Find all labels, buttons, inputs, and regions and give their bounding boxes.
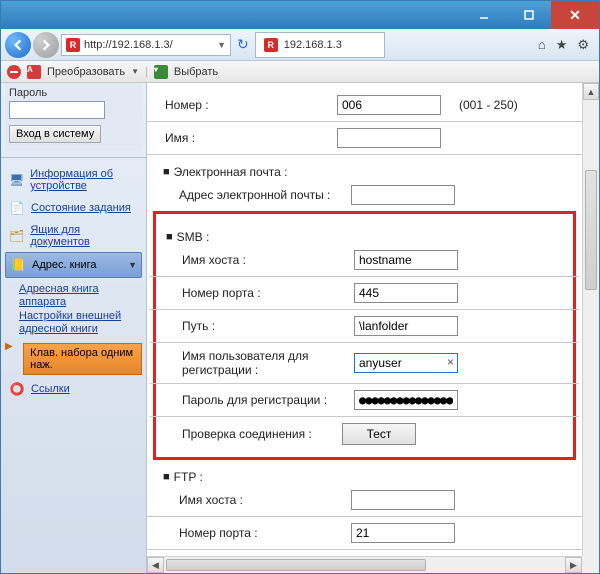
smb-path-label: Путь : [182, 319, 354, 333]
scroll-corner [582, 556, 599, 573]
name-input[interactable] [337, 128, 441, 148]
device-icon: 🖥 [9, 172, 24, 188]
sidebar-item-docbox[interactable]: 🗂 Ящик для документов [5, 220, 142, 252]
addressbook-icon: 📒 [10, 257, 26, 273]
browser-tab[interactable]: R 192.168.1.3 [255, 32, 385, 58]
number-hint: (001 - 250) [459, 98, 518, 112]
sidebar-item-addressbook[interactable]: 📒 Адрес. книга ▼ [5, 252, 142, 278]
scroll-left-button[interactable]: ◀ [147, 557, 164, 573]
smb-test-button[interactable]: Тест [342, 423, 416, 445]
smb-hostname-label: Имя хоста : [182, 253, 354, 267]
smb-hostname-input[interactable] [354, 250, 458, 270]
sublink-device-addressbook[interactable]: Адресная книга аппарата [19, 283, 142, 309]
ftp-port-input[interactable] [351, 523, 455, 543]
convert-dropdown-icon[interactable]: ▼ [131, 67, 139, 76]
sidebar-item-status[interactable]: 📄 Состояние задания [5, 196, 142, 220]
window-close-button[interactable]: ✕ [551, 1, 599, 29]
scroll-thumb-v[interactable] [585, 170, 597, 290]
favorites-icon[interactable]: ★ [556, 37, 568, 53]
sublink-external-addressbook[interactable]: Настройки внешней адресной книги [19, 310, 142, 336]
expand-icon[interactable]: ■ [163, 166, 170, 178]
pdf-select-icon[interactable]: ▾ [154, 65, 168, 79]
smb-user-input[interactable] [354, 353, 458, 373]
scroll-thumb-h[interactable] [166, 559, 426, 571]
login-button[interactable]: Вход в систему [9, 125, 101, 143]
scroll-up-button[interactable]: ▲ [583, 83, 599, 100]
collapse-icon[interactable]: ▼ [128, 260, 137, 270]
sidebar-item-label: Состояние задания [31, 202, 131, 214]
sidebar-item-label: Информация об устройстве [30, 168, 138, 192]
vertical-scrollbar[interactable]: ▲ ▼ [582, 83, 599, 573]
password-label: Пароль [9, 87, 138, 99]
stop-icon[interactable] [7, 65, 21, 79]
sidebar-item-label: Адрес. книга [32, 259, 97, 271]
ftp-hostname-label: Имя хоста : [179, 493, 351, 507]
sidebar-item-device[interactable]: 🖥 Информация об устройстве [5, 164, 142, 196]
main-area: Пароль Вход в систему 🖥 Информация об ус… [1, 83, 599, 573]
tools-icon[interactable]: ⚙ [577, 37, 589, 53]
smb-password-input[interactable] [354, 390, 458, 410]
window-titlebar: ✕ [1, 1, 599, 29]
site-favicon: R [66, 38, 80, 52]
content-pane: Номер : (001 - 250) Имя : ■ Электронная … [147, 83, 599, 573]
number-input[interactable] [337, 95, 441, 115]
nav-forward-button[interactable] [33, 32, 59, 58]
pdf-convert-icon[interactable]: A [27, 65, 41, 79]
browser-nav-bar: R http://192.168.1.3/ ▼ ↻ R 192.168.1.3 … [1, 29, 599, 61]
convert-label[interactable]: Преобразовать [47, 66, 125, 78]
smb-user-label: Имя пользователя для регистрации : [182, 349, 354, 377]
ftp-port-label: Номер порта : [179, 526, 351, 540]
smb-port-label: Номер порта : [182, 286, 354, 300]
smb-test-label: Проверка соединения : [182, 427, 342, 441]
docbox-icon: 🗂 [9, 228, 24, 244]
window-minimize-button[interactable] [461, 1, 506, 29]
email-label: Адрес электронной почты : [179, 188, 351, 202]
horizontal-scrollbar[interactable]: ◀ ▶ [147, 556, 582, 573]
address-url: http://192.168.1.3/ [84, 39, 173, 51]
window-maximize-button[interactable] [506, 1, 551, 29]
sublink-onetouch-current[interactable]: Клав. набора одним наж. [23, 343, 142, 375]
scroll-right-button[interactable]: ▶ [565, 557, 582, 573]
current-marker-icon: ▶ [5, 341, 13, 352]
number-label: Номер : [165, 98, 337, 112]
home-icon[interactable]: ⌂ [538, 37, 546, 53]
ftp-section-header: ■ FTP : [163, 470, 570, 484]
sidebar-item-label: Ссылки [31, 383, 70, 395]
password-input[interactable] [9, 101, 105, 119]
smb-password-label: Пароль для регистрации : [182, 393, 354, 407]
smb-port-input[interactable] [354, 283, 458, 303]
refresh-icon[interactable]: ↻ [237, 36, 249, 53]
sidebar-item-links[interactable]: ⭕ Ссылки [5, 377, 142, 401]
login-block: Пароль Вход в систему [5, 83, 142, 151]
tab-favicon: R [264, 38, 278, 52]
expand-icon[interactable]: ■ [166, 231, 173, 243]
sidebar: Пароль Вход в систему 🖥 Информация об ус… [1, 83, 147, 573]
ftp-hostname-input[interactable] [351, 490, 455, 510]
address-bar[interactable]: R http://192.168.1.3/ ▼ [61, 34, 231, 56]
select-label[interactable]: Выбрать [174, 66, 218, 78]
name-label: Имя : [165, 131, 337, 145]
smb-path-input[interactable] [354, 316, 458, 336]
smb-highlight-box: ■ SMB : Имя хоста : Номер порта : Путь : [153, 211, 576, 460]
sidebar-item-label: Ящик для документов [30, 224, 138, 248]
address-dropdown-icon[interactable]: ▼ [217, 40, 226, 50]
email-input[interactable] [351, 185, 455, 205]
nav-back-button[interactable] [5, 32, 31, 58]
status-icon: 📄 [9, 200, 25, 216]
email-section-header: ■ Электронная почта : [163, 165, 570, 179]
tab-title: 192.168.1.3 [284, 39, 342, 51]
links-icon: ⭕ [9, 381, 25, 397]
expand-icon[interactable]: ■ [163, 471, 170, 483]
pdf-toolbar: A Преобразовать ▼ | ▾ Выбрать [1, 61, 599, 83]
smb-section-header: ■ SMB : [166, 230, 567, 244]
